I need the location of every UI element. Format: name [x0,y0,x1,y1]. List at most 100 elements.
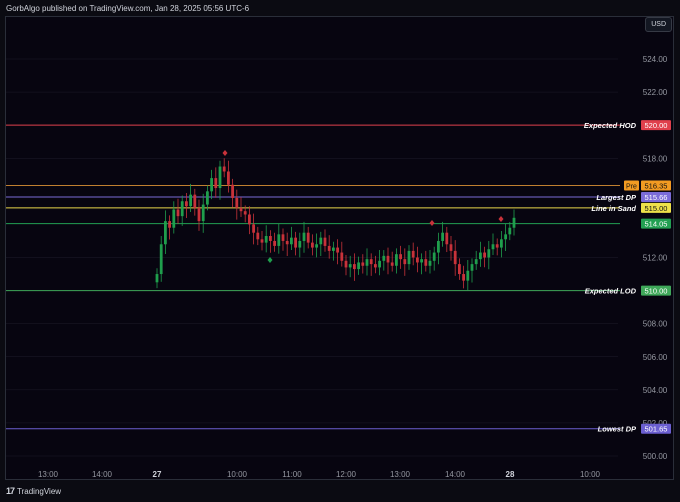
tradingview-logo-icon: 17 [6,486,15,496]
level-label: Expected LOD [585,287,637,296]
candle-body [495,244,499,248]
candle-body [336,247,339,253]
currency-badge[interactable]: USD [645,17,672,32]
candle-body [172,209,176,228]
candle-body [390,262,394,266]
candle-body [424,259,428,266]
candle-body [222,166,226,172]
candle-body [193,194,197,208]
candle-body [491,244,495,250]
candle-body [264,235,268,243]
candle-body [277,234,281,246]
price-tick-label: 518.00 [643,154,668,163]
candle-body [420,259,423,263]
candle-body [458,264,461,275]
candle-body [432,252,436,261]
candle-body [474,259,478,265]
candle-body [168,221,171,228]
candle-body [416,257,419,263]
time-tick-label: 28 [506,470,515,479]
candle-body [395,254,398,266]
level-label: Expected HOD [584,121,637,130]
price-tick-label: 504.00 [643,386,668,395]
candle-body [437,240,440,253]
candle-body [210,178,213,192]
price-tick-label: 508.00 [643,320,668,329]
candle-body [361,262,365,266]
candle-body [378,260,381,268]
level-label: Lowest DP [598,425,637,434]
candle-body [365,259,369,266]
candle-body [348,264,352,268]
candle-body [176,209,180,217]
candle-body [327,245,331,251]
candle-body [285,240,289,245]
candle-body [159,244,163,275]
candle-body [290,237,293,245]
price-tick-label: 522.00 [643,88,668,97]
candle-body [466,270,470,281]
time-tick-label: 10:00 [227,470,248,479]
candle-body [201,204,205,222]
candle-body [403,259,407,265]
candle-body [323,237,327,246]
candle-body [298,240,302,248]
candle-body [449,244,453,251]
candle-body [504,234,507,240]
time-tick-label: 10:00 [580,470,601,479]
tradingview-footer: 17 TradingView [6,486,61,496]
candle-body [353,264,356,270]
candle-body [508,227,512,235]
candle-body [399,254,402,260]
sell-signal-icon [222,150,228,156]
candle-body [273,240,276,246]
price-chart[interactable]: 524.00 522.00 518.00 512.00 508.00 506.00 504.… [0,0,680,502]
candle-body [197,207,201,222]
candle-body [248,214,251,225]
level-label: Line in Sand [591,204,636,213]
candle-body [239,207,243,212]
price-badge-text: 515.66 [645,193,668,202]
candle-body [281,234,285,241]
candle-body [407,250,411,265]
time-tick-label: 13:00 [38,470,59,479]
candle-body [441,232,444,241]
candle-body [479,252,482,260]
candle-body [470,264,474,271]
candle-body [382,255,386,261]
candle-body [206,191,209,205]
candle-body [231,184,234,198]
candle-body [164,221,167,245]
pre-badge-text: Pre [626,184,637,191]
candle-body [512,217,516,228]
candle-body [227,171,230,185]
candle-body [252,224,255,233]
candle-body [462,274,465,281]
price-tick-label: 506.00 [643,353,668,362]
time-tick-label: 13:00 [390,470,411,479]
candle-body [243,211,247,215]
buy-signal-icon [267,257,273,263]
candle-body [214,178,218,189]
candle-body [500,239,503,248]
candle-body [294,237,297,248]
candle-body [180,201,184,217]
candle-body [260,239,264,243]
price-badge-text: 515.00 [645,204,668,213]
candle-body [235,197,239,208]
candle-body [218,166,222,189]
candle-body [483,252,486,258]
candle-body [302,232,306,241]
time-tick-label: 27 [153,470,162,479]
sell-signal-icon [429,220,435,226]
time-tick-label: 14:00 [445,470,466,479]
price-tick-label: 524.00 [643,55,668,64]
price-tick-label: 512.00 [643,254,668,263]
candle-body [256,232,260,240]
candle-body [185,201,188,207]
candle-body [340,252,344,261]
candle-body [311,242,314,248]
candle-body [374,264,377,268]
brand-label: TradingView [17,486,62,496]
candle-body [386,255,390,263]
